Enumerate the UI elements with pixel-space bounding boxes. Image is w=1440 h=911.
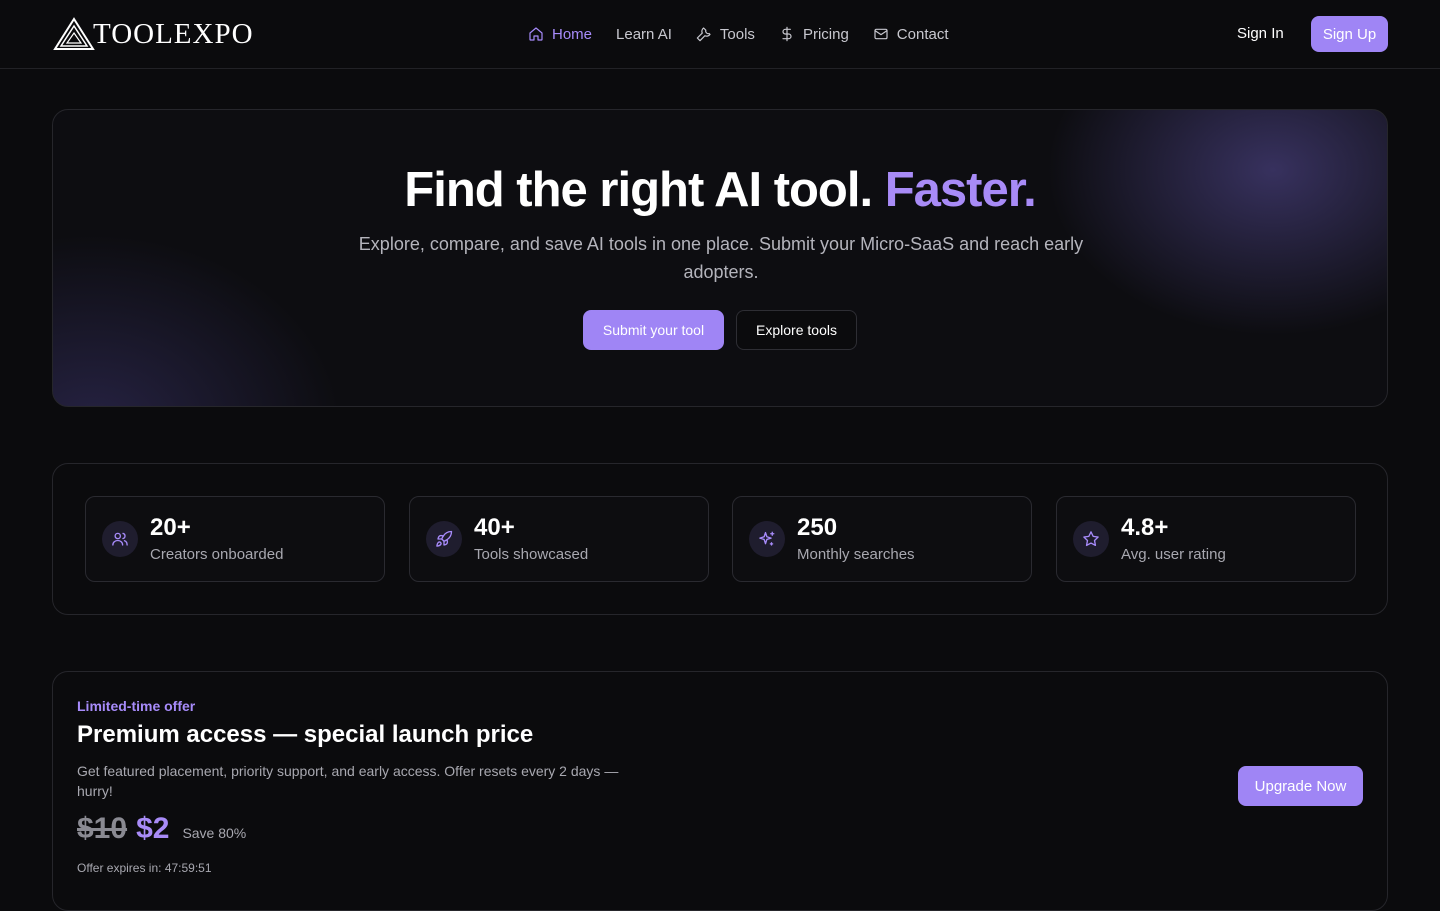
- upgrade-now-button[interactable]: Upgrade Now: [1238, 766, 1363, 806]
- new-price: $2: [136, 812, 170, 845]
- save-badge: Save 80%: [182, 825, 247, 841]
- nav-item-label: Contact: [896, 25, 949, 43]
- offer-description: Get featured placement, priority support…: [77, 763, 619, 799]
- wrench-icon: [696, 27, 711, 42]
- main-nav: Home Learn AI Tools Pricing Contact: [528, 22, 949, 46]
- stat-label: Tools showcased: [474, 546, 589, 563]
- stat-value: 4.8+: [1121, 514, 1169, 541]
- stat-label: Avg. user rating: [1121, 546, 1226, 563]
- logo-triangle-icon: [53, 17, 95, 50]
- star-icon: [1083, 531, 1099, 547]
- mail-icon: [874, 28, 888, 40]
- sign-in-button[interactable]: Sign In: [1237, 22, 1284, 46]
- price-row: $10 $2 Save 80%: [77, 812, 246, 846]
- stat-card-tools: 40+ Tools showcased: [409, 496, 709, 582]
- sparkles-icon: [759, 531, 775, 546]
- hero-section: Find the right AI tool. Faster. Explore,…: [52, 109, 1388, 407]
- users-icon: [112, 532, 128, 546]
- offer-title: Premium access — special launch price: [77, 721, 534, 748]
- stat-value: 250: [797, 514, 838, 541]
- stat-value: 20+: [150, 514, 191, 541]
- dollar-icon: [782, 26, 792, 42]
- nav-item-label: Home: [552, 25, 593, 43]
- offer-section: Limited-time offer Premium access — spec…: [52, 671, 1388, 911]
- stat-card-rating: 4.8+ Avg. user rating: [1056, 496, 1356, 582]
- old-price: $10: [77, 812, 128, 845]
- home-icon: [529, 27, 543, 41]
- offer-tag: Limited-time offer: [77, 698, 196, 714]
- stat-card-searches: 250 Monthly searches: [732, 496, 1032, 582]
- stat-card-creators: 20+ Creators onboarded: [85, 496, 385, 582]
- rocket-icon: [436, 530, 453, 547]
- hero-title: Find the right AI tool. Faster.: [53, 162, 1387, 218]
- brand-name: TOOLEXPO: [93, 18, 254, 50]
- sign-up-button[interactable]: Sign Up: [1311, 16, 1388, 52]
- nav-item-pricing[interactable]: Pricing: [779, 26, 849, 43]
- stat-label: Monthly searches: [797, 546, 915, 563]
- hero-actions: Submit your tool Explore tools: [53, 310, 1387, 350]
- brand-logo[interactable]: TOOLEXPO: [53, 17, 254, 51]
- nav-item-tools[interactable]: Tools: [696, 26, 755, 43]
- hero-title-main: Find the right AI tool.: [404, 163, 873, 217]
- nav-item-label: Tools: [719, 25, 755, 43]
- nav-item-learn-ai[interactable]: Learn AI: [616, 26, 672, 43]
- submit-tool-button[interactable]: Submit your tool: [583, 310, 724, 350]
- explore-tools-button[interactable]: Explore tools: [736, 310, 857, 350]
- stat-label: Creators onboarded: [150, 546, 284, 563]
- offer-countdown: Offer expires in: 47:59:51: [77, 861, 212, 875]
- nav-item-home[interactable]: Home: [528, 26, 592, 43]
- stat-value: 40+: [474, 514, 515, 541]
- top-navbar: TOOLEXPO Home Learn AI Tools Pricing Con…: [0, 0, 1440, 69]
- nav-item-label: Learn AI: [616, 25, 672, 43]
- nav-item-contact[interactable]: Contact: [873, 26, 949, 43]
- nav-item-label: Pricing: [802, 25, 849, 43]
- hero-subtitle: Explore, compare, and save AI tools in o…: [358, 234, 1084, 282]
- hero-title-accent: Faster.: [884, 163, 1037, 217]
- stats-section: 20+ Creators onboarded 40+ Tools showcas…: [52, 463, 1388, 615]
